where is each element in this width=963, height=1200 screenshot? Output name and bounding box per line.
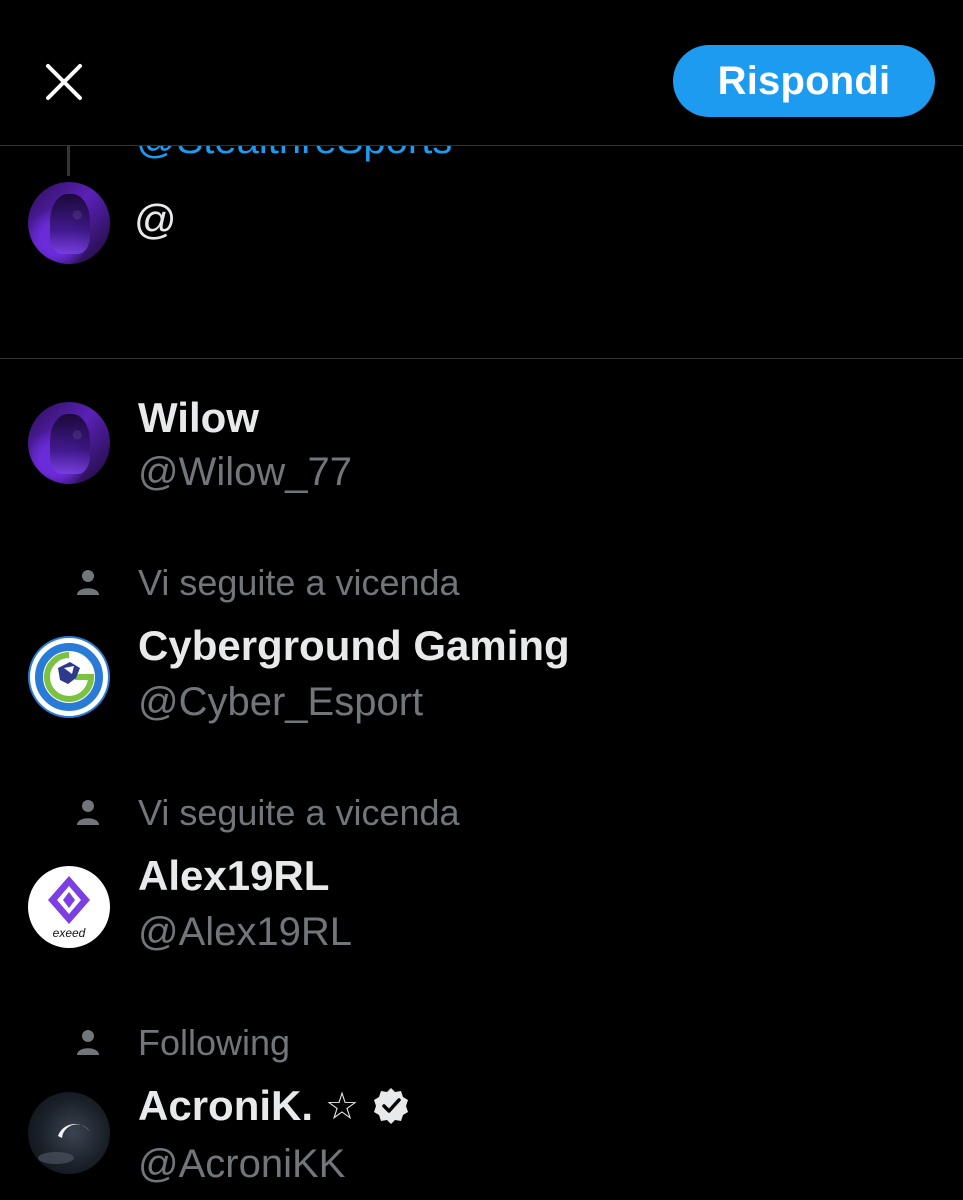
user-handle: @AcroniKK (138, 1142, 346, 1186)
display-name: Alex19RL (138, 852, 330, 899)
mention-suggestion[interactable]: Wilow @Wilow_77 (0, 390, 963, 500)
cyberground-logo-avatar (28, 636, 110, 718)
user-handle: @Cyber_Esport (138, 680, 424, 724)
reply-compose-screen: Rispondi @StealthreSports @ Wilow @Wilow… (0, 0, 963, 1200)
follow-context: Following (138, 1022, 291, 1063)
close-button[interactable] (34, 52, 94, 112)
display-name: AcroniK. ☆ (138, 1082, 411, 1130)
reply-button[interactable]: Rispondi (673, 45, 935, 117)
cyberground-logo-icon (35, 643, 103, 711)
verified-badge-icon (374, 1088, 409, 1124)
eclipse-icon (38, 1123, 90, 1164)
svg-text:exeed: exeed (53, 926, 86, 940)
user-handle: @Wilow_77 (138, 450, 353, 494)
eclipse-avatar (28, 1092, 110, 1174)
mention-suggestion[interactable]: Vi seguite a vicenda Cyberground Gaming … (0, 560, 963, 730)
display-name: Cyberground Gaming (138, 622, 570, 669)
star-glyph: ☆ (325, 1085, 360, 1128)
thread-line (67, 146, 70, 176)
divider (0, 358, 963, 359)
avatar (28, 402, 110, 484)
top-bar: Rispondi (0, 0, 963, 146)
exeed-logo-avatar: exeed (28, 866, 110, 948)
user-avatar (28, 182, 110, 264)
exeed-logo-icon: exeed (48, 876, 90, 940)
person-icon (77, 800, 99, 825)
mention-suggestion[interactable]: Following AcroniK. ☆ @AcroniKK (0, 1020, 963, 1200)
follow-context: Vi seguite a vicenda (138, 792, 460, 833)
mention-suggestion[interactable]: Vi seguite a vicenda exeed Alex19RL @Ale… (0, 790, 963, 960)
follow-context: Vi seguite a vicenda (138, 562, 460, 603)
close-icon (46, 64, 82, 100)
display-name: Wilow (138, 394, 259, 441)
person-icon (77, 1030, 99, 1055)
person-icon (77, 570, 99, 595)
compose-input[interactable]: @ (134, 196, 177, 244)
user-handle: @Alex19RL (138, 910, 353, 954)
